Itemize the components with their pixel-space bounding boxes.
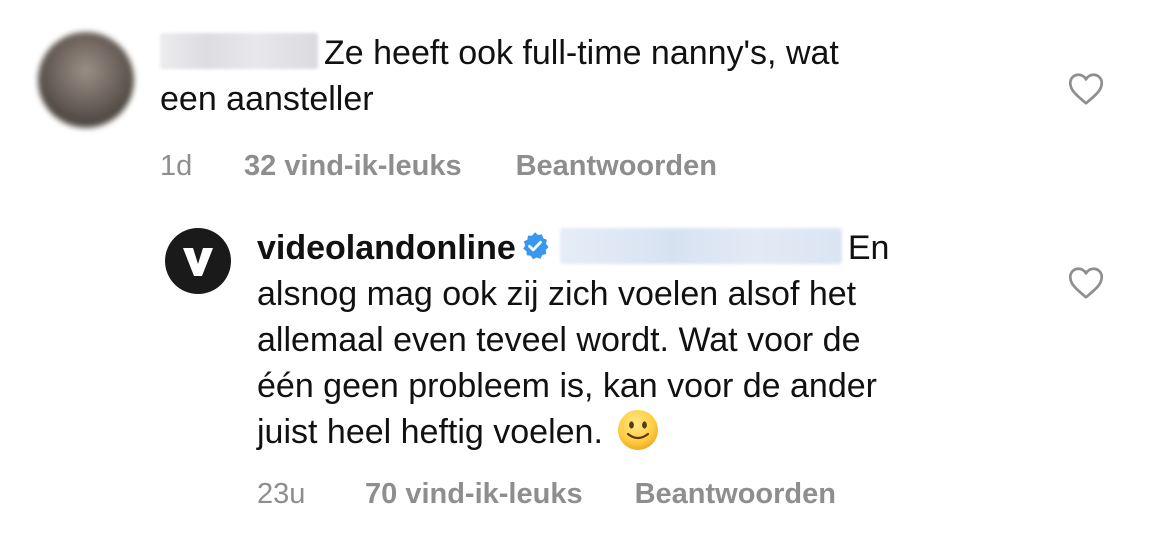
comment-2-meta: 23u 70 vind-ik-leuks Beantwoorden (257, 478, 836, 511)
comment-1-timestamp: 1d (160, 150, 193, 182)
comment-1-reply-button[interactable]: Beantwoorden (516, 150, 717, 183)
slightly-smiling-face-emoji (618, 410, 659, 451)
commenter-avatar[interactable] (38, 32, 134, 128)
mentioned-username-blurred[interactable] (559, 228, 842, 265)
comment-2-body: videolandonline En alsnog mag ook zij zi… (257, 225, 1037, 456)
comment-2-username[interactable]: videolandonline (257, 229, 516, 267)
comment-1-likes-count[interactable]: 32 vind-ik-leuks (244, 150, 462, 183)
comment-2-reply-button[interactable]: Beantwoorden (635, 478, 836, 511)
comment-2-text-line5: juist heel heftig voelen. (257, 413, 603, 451)
comment-1-text-line1: Ze heeft ook full-time nanny's, wat (324, 34, 839, 72)
comment-2-text-line3: allemaal even teveel wordt. Wat voor de (257, 321, 861, 359)
comment-2-text-line1: En (847, 229, 890, 267)
comment-1-text-line2: een aansteller (160, 80, 374, 118)
comment-2-timestamp: 23u (257, 478, 306, 510)
comment-1-body: Ze heeft ook full-time nanny's, wat een … (160, 30, 1020, 122)
verified-badge-icon (523, 232, 549, 260)
comment-2-likes-count[interactable]: 70 vind-ik-leuks (365, 478, 583, 511)
comment-2-text-line2: alsnog mag ook zij zich voelen alsof het (257, 275, 857, 313)
like-heart-icon[interactable] (1068, 72, 1104, 106)
videoland-avatar[interactable] (165, 228, 231, 294)
comment-2-text-line4: één geen probleem is, kan voor de ander (257, 367, 877, 405)
like-heart-icon[interactable] (1068, 266, 1104, 300)
videoland-logo-icon (183, 248, 213, 276)
commenter-username-blurred[interactable] (160, 33, 318, 70)
comment-1-meta: 1d 32 vind-ik-leuks Beantwoorden (160, 150, 717, 183)
